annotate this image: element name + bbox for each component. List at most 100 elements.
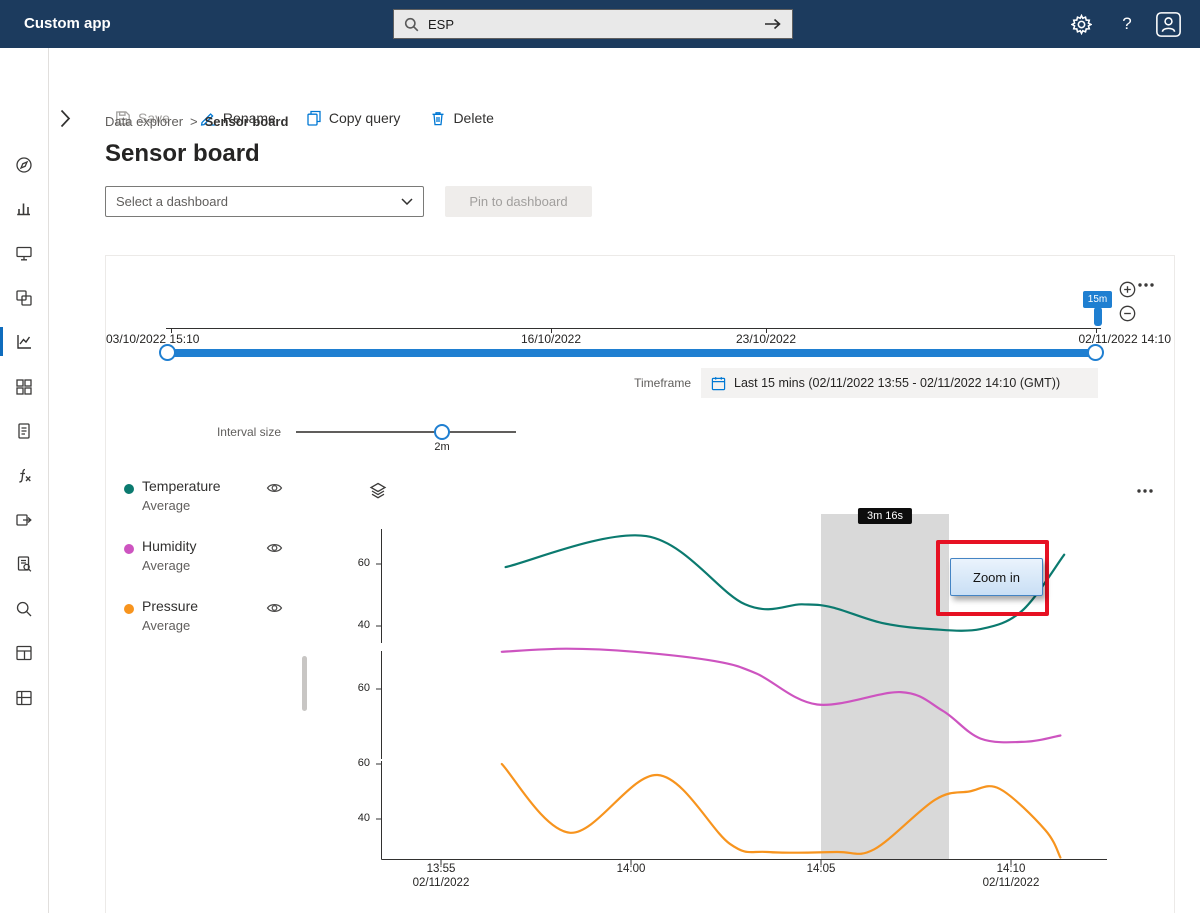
sidebar-item-administration[interactable] [0, 637, 48, 668]
ellipsis-icon [1137, 282, 1155, 288]
y-tick: 40 [344, 619, 370, 631]
legend-name: Temperature [142, 478, 221, 494]
timeline-zoom-handle[interactable] [1094, 307, 1102, 326]
expand-sidebar-button[interactable] [60, 109, 71, 128]
legend-aggregation: Average [142, 618, 190, 633]
timeline-zoom-out-button[interactable] [1119, 305, 1136, 322]
y-tick: 60 [344, 682, 370, 694]
selection-duration-tooltip: 3m 16s [858, 508, 912, 524]
copy-query-label: Copy query [329, 110, 401, 126]
breadcrumb-current: Sensor board [205, 114, 289, 129]
dashboard-grid-icon [14, 377, 34, 397]
timeline-label-mid1: 16/10/2022 [501, 332, 601, 346]
app-window: Custom app ESP ? [0, 0, 1200, 913]
sidebar-item-device-groups[interactable] [0, 282, 48, 313]
copy-icon [306, 110, 322, 126]
sidebar-item-data-explorer[interactable] [0, 326, 48, 357]
compass-icon [14, 155, 34, 175]
calendar-icon [711, 376, 726, 391]
chevron-right-icon [60, 109, 71, 128]
plus-circle-icon [1119, 281, 1136, 298]
sidebar-item-devices[interactable] [0, 237, 48, 268]
sidebar-item-analytics[interactable] [0, 193, 48, 224]
timeline-label-start: 03/10/2022 15:10 [106, 332, 199, 346]
eye-icon [266, 482, 283, 494]
eye-icon [266, 542, 283, 554]
legend-scrollbar-thumb[interactable] [302, 656, 307, 711]
x-tick: 14:10 [971, 863, 1051, 875]
x-tick-date: 02/11/2022 [971, 877, 1051, 889]
chart-layout-button[interactable] [368, 481, 388, 501]
search-value: ESP [428, 17, 764, 32]
interval-size-label: Interval size [206, 425, 281, 439]
gear-icon [1071, 14, 1092, 35]
time-selection-band [821, 514, 949, 859]
legend-item-temperature: Temperature Average [118, 478, 308, 528]
line-chart-icon [14, 332, 34, 352]
sidebar [0, 48, 49, 913]
sidebar-item-rules[interactable] [0, 460, 48, 491]
visibility-toggle[interactable] [266, 542, 283, 554]
humidity-color-dot [124, 544, 134, 554]
range-handle-right[interactable] [1087, 344, 1104, 361]
sidebar-item-customization[interactable] [0, 682, 48, 713]
timeline-zoom-in-button[interactable] [1119, 281, 1136, 298]
sidebar-item-compass[interactable] [0, 149, 48, 180]
bar-chart-icon [14, 199, 34, 219]
breadcrumb: Data explorer > Sensor board [105, 114, 288, 129]
pin-to-dashboard-button[interactable]: Pin to dashboard [445, 186, 592, 217]
chart-more-options-button[interactable] [1136, 488, 1154, 494]
account-button[interactable] [1150, 0, 1186, 48]
zoom-in-button[interactable]: Zoom in [950, 558, 1043, 596]
command-bar: Save Rename Copy query Delete [0, 48, 1200, 92]
dashboard-select-value: Select a dashboard [116, 194, 401, 209]
ellipsis-icon [1136, 488, 1154, 494]
sidebar-item-audit-logs[interactable] [0, 548, 48, 579]
timeline-axis [166, 328, 1101, 329]
timeline-zoom-flag: 15m [1083, 291, 1112, 308]
x-tick-date: 02/11/2022 [401, 877, 481, 889]
sidebar-item-search[interactable] [0, 593, 48, 624]
page-title: Sensor board [105, 140, 260, 168]
interval-slider-track[interactable] [296, 431, 516, 433]
copy-query-button[interactable]: Copy query [306, 110, 401, 126]
settings-button[interactable] [1066, 0, 1096, 48]
x-tick: 14:05 [781, 863, 861, 875]
search-input[interactable]: ESP [393, 9, 793, 39]
topbar: Custom app ESP ? [0, 0, 1200, 48]
dashboard-select[interactable]: Select a dashboard [105, 186, 424, 217]
visibility-toggle[interactable] [266, 602, 283, 614]
breadcrumb-data-explorer[interactable]: Data explorer [105, 114, 183, 129]
visibility-toggle[interactable] [266, 482, 283, 494]
timeline-label-end: 02/11/2022 14:10 [1041, 332, 1171, 346]
interval-slider-handle[interactable] [434, 424, 450, 440]
timeframe-label: Timeframe [576, 376, 691, 390]
device-groups-icon [14, 288, 34, 308]
arrow-right-icon[interactable] [764, 18, 782, 30]
humidity-line [502, 649, 1061, 743]
range-handle-left[interactable] [159, 344, 176, 361]
layout-grid-icon [14, 643, 34, 663]
x-tick: 13:55 [401, 863, 481, 875]
minus-circle-icon [1119, 305, 1136, 322]
timeline-more-options-button[interactable] [1137, 282, 1155, 288]
sidebar-item-dashboards[interactable] [0, 371, 48, 402]
y-tick: 40 [344, 812, 370, 824]
timeframe-picker[interactable]: Last 15 mins (02/11/2022 13:55 - 02/11/2… [701, 368, 1098, 398]
audit-document-icon [14, 554, 34, 574]
timeline-range-slider[interactable] [166, 349, 1101, 357]
help-button[interactable]: ? [1112, 0, 1142, 48]
data-export-icon [14, 510, 34, 530]
legend-aggregation: Average [142, 558, 190, 573]
delete-button[interactable]: Delete [430, 110, 493, 126]
legend-name: Pressure [142, 598, 198, 614]
sidebar-item-jobs[interactable] [0, 415, 48, 446]
interval-value: 2m [430, 441, 454, 453]
timeframe-value: Last 15 mins (02/11/2022 13:55 - 02/11/2… [734, 376, 1060, 390]
help-label: ? [1122, 14, 1131, 34]
legend-name: Humidity [142, 538, 196, 554]
x-tick: 14:00 [591, 863, 671, 875]
legend-item-pressure: Pressure Average [118, 598, 308, 648]
sidebar-item-data-export[interactable] [0, 504, 48, 535]
trash-icon [430, 110, 446, 126]
